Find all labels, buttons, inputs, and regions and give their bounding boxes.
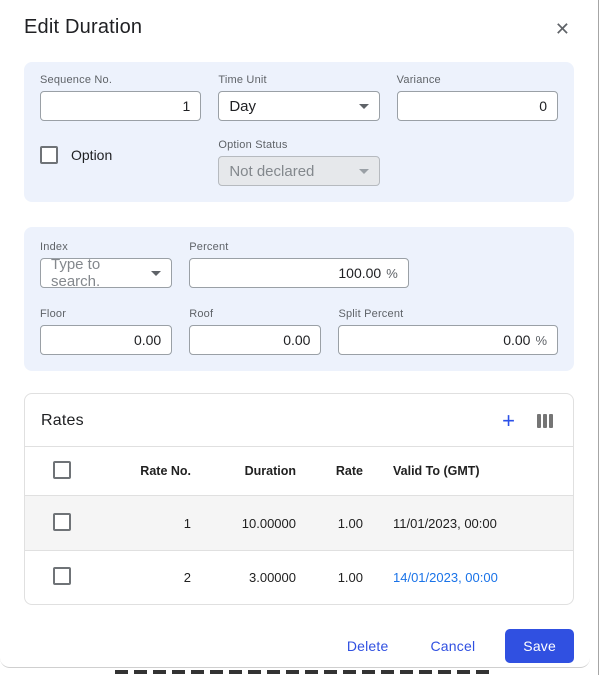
option-checkbox[interactable] [40,146,58,164]
time-unit-select[interactable]: Day [218,91,379,121]
option-status-field: Option Status Not declared [218,139,379,186]
percent-suffix: % [386,266,398,281]
sequence-no-label: Sequence No. [40,74,201,86]
percent-input[interactable] [200,265,381,281]
cell-valid-to: 11/01/2023, 00:00 [363,516,573,531]
rates-title: Rates [41,412,84,430]
table-row: 1 10.00000 1.00 11/01/2023, 00:00 [25,496,573,550]
roof-label: Roof [189,308,321,320]
col-header-duration: Duration [191,464,296,478]
cell-rate: 1.00 [296,570,363,585]
index-field: Index Type to search. [40,241,172,288]
cell-valid-to-link[interactable]: 14/01/2023, 00:00 [363,570,573,585]
rates-table-header-row: Rate No. Duration Rate Valid To (GMT) [25,446,573,496]
index-placeholder: Type to search. [51,256,145,290]
variance-field: Variance [397,74,558,121]
cell-duration: 10.00000 [191,516,296,531]
dialog-footer: Delete Cancel Save [24,629,574,663]
duration-section: Sequence No. Time Unit Day Variance Opti… [24,62,574,202]
percent-label: Percent [189,241,409,253]
index-label: Index [40,241,172,253]
dialog-header: Edit Duration ✕ [24,16,574,50]
dialog-title: Edit Duration [24,16,142,39]
split-percent-input[interactable] [349,332,530,348]
option-status-label: Option Status [218,139,379,151]
col-header-rate-no: Rate No. [85,464,191,478]
rates-card: Rates + Rate No. Duration Rate Valid To … [24,393,574,605]
option-label: Option [71,147,112,163]
delete-button[interactable]: Delete [331,630,405,662]
roof-input[interactable] [189,325,321,355]
floor-field: Floor [40,308,172,355]
time-unit-field: Time Unit Day [218,74,379,121]
col-header-rate: Rate [296,464,363,478]
cell-rate-no: 2 [85,570,191,585]
rates-card-header: Rates + [25,394,573,446]
background-content-strip [115,670,493,674]
cell-rate-no: 1 [85,516,191,531]
split-percent-field: Split Percent % [338,308,558,355]
select-all-checkbox[interactable] [53,461,71,479]
floor-label: Floor [40,308,172,320]
sequence-no-field: Sequence No. [40,74,201,121]
cell-rate: 1.00 [296,516,363,531]
table-row: 2 3.00000 1.00 14/01/2023, 00:00 [25,550,573,604]
row-checkbox[interactable] [53,513,71,531]
chevron-down-icon [151,271,161,276]
option-status-value: Not declared [229,163,314,180]
add-rate-icon[interactable]: + [502,411,515,431]
variance-input[interactable] [397,91,558,121]
option-status-select: Not declared [218,156,379,186]
option-field: Option [40,140,201,170]
save-button[interactable]: Save [505,629,574,663]
time-unit-value: Day [229,98,256,115]
time-unit-label: Time Unit [218,74,379,86]
sequence-no-input[interactable] [40,91,201,121]
split-percent-label: Split Percent [338,308,558,320]
cell-duration: 3.00000 [191,570,296,585]
chevron-down-icon [359,104,369,109]
percent-input-box: % [189,258,409,288]
floor-input[interactable] [40,325,172,355]
cancel-button[interactable]: Cancel [415,630,492,662]
close-icon[interactable]: ✕ [549,16,576,42]
row-checkbox[interactable] [53,567,71,585]
roof-field: Roof [189,308,321,355]
split-percent-suffix: % [535,333,547,348]
col-header-valid-to: Valid To (GMT) [363,464,573,478]
columns-settings-icon[interactable] [537,414,553,428]
chevron-down-icon [359,169,369,174]
split-percent-input-box: % [338,325,558,355]
edit-duration-dialog: Edit Duration ✕ Sequence No. Time Unit D… [0,0,590,668]
percent-field: Percent % [189,241,409,288]
index-section: Index Type to search. Percent % Floor [24,227,574,371]
window-right-edge [598,0,599,675]
variance-label: Variance [397,74,558,86]
index-search-select[interactable]: Type to search. [40,258,172,288]
